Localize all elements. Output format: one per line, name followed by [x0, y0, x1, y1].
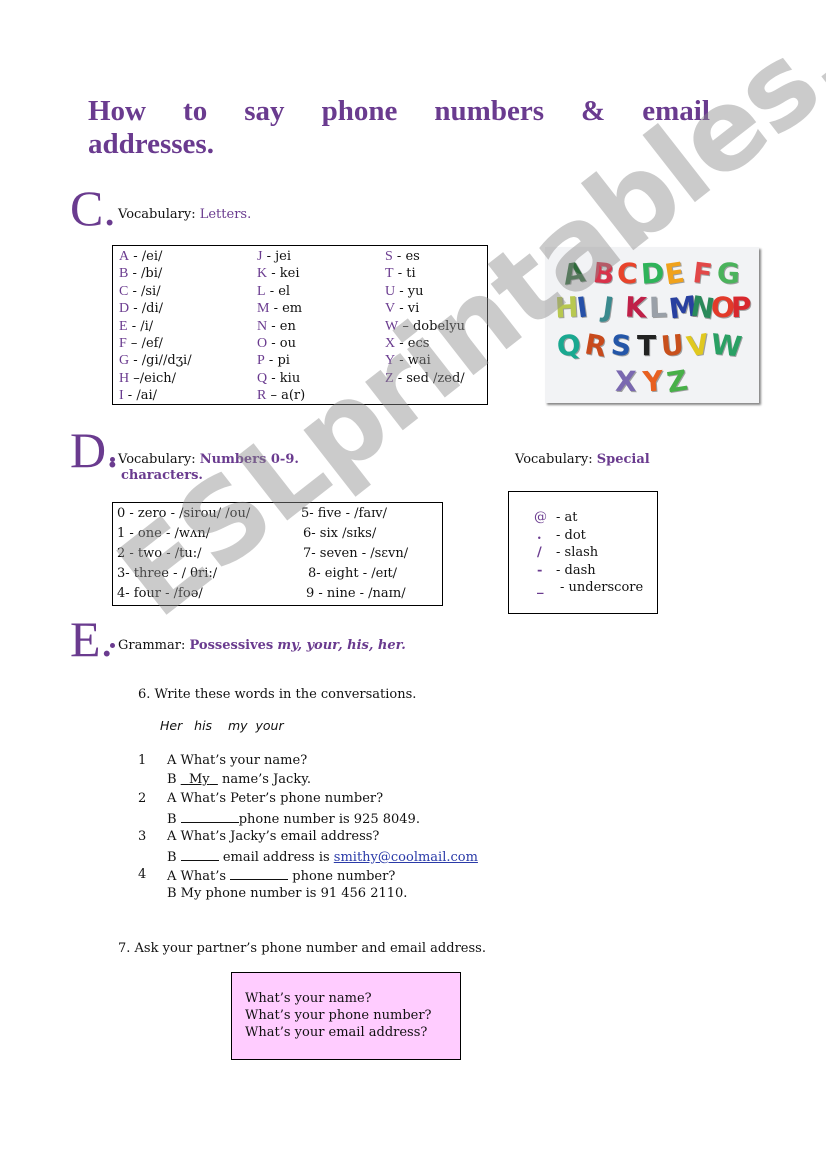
line-b: B My phone number is 91 456 2110.: [167, 886, 408, 901]
item-number: 3: [138, 829, 147, 844]
question: What’s your email address?: [245, 1025, 428, 1040]
line-text: A What’s: [167, 869, 231, 884]
email-link[interactable]: smithy@coolmail.com: [334, 850, 478, 865]
answer-text: My: [188, 772, 210, 787]
speaker-b: B: [167, 812, 181, 827]
line-text: phone number?: [288, 869, 396, 884]
answer-blank[interactable]: [180, 810, 239, 823]
line-b: B email address is smithy@coolmail.com: [167, 848, 478, 865]
line-text: email address is: [218, 850, 334, 865]
questions-box: What’s your name? What’s your phone numb…: [231, 972, 461, 1060]
line-a: A What’s Jacky’s email address?: [167, 829, 380, 844]
speaker-b: B: [167, 772, 181, 787]
answer-blank[interactable]: My: [181, 772, 218, 787]
line-text: name’s Jacky.: [217, 772, 311, 787]
item-number: 2: [138, 791, 147, 806]
speaker-b: B: [167, 850, 181, 865]
question: What’s your phone number?: [245, 1008, 432, 1023]
line-text: phone number is 925 8049.: [238, 812, 420, 827]
line-a: A What’s Peter’s phone number?: [167, 791, 384, 806]
line-a: A What’s your name?: [167, 753, 308, 768]
line-b: B My name’s Jacky.: [167, 772, 311, 787]
question: What’s your name?: [245, 991, 372, 1006]
answer-blank[interactable]: [230, 867, 289, 880]
line-b: B phone number is 925 8049.: [167, 810, 420, 827]
item-number: 1: [138, 753, 147, 768]
answer-blank[interactable]: [180, 848, 219, 861]
exercise-7-instruction: 7. Ask your partner’s phone number and e…: [118, 941, 486, 956]
line-a: A What’s phone number?: [167, 867, 395, 884]
item-number: 4: [138, 867, 147, 882]
